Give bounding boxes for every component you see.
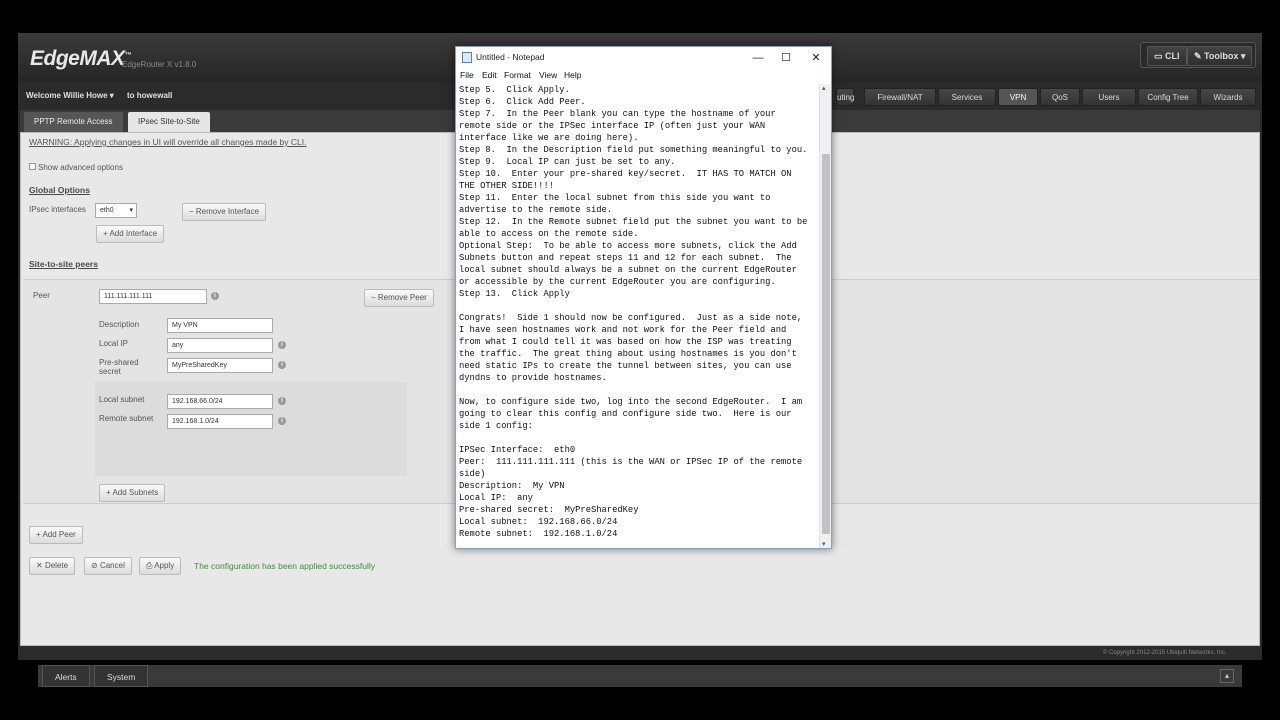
menu-help[interactable]: Help xyxy=(564,70,581,80)
cancel-button[interactable]: ⊘ Cancel xyxy=(84,557,132,575)
ipsec-interface-select[interactable]: eth0 ▾ xyxy=(95,203,137,218)
tab-routing[interactable]: uting xyxy=(836,88,854,106)
success-message: The configuration has been applied succe… xyxy=(194,561,375,571)
chevron-down-icon: ▾ xyxy=(107,91,114,100)
tab-qos[interactable]: QoS xyxy=(1040,88,1080,106)
remote-subnet-input[interactable]: 192.168.1.0/24 xyxy=(167,414,273,429)
alerts-tab[interactable]: Alerts xyxy=(42,665,90,687)
peer-input[interactable]: 111.111.111.111 xyxy=(99,289,207,304)
site-to-site-peers-heading: Site-to-site peers xyxy=(29,259,98,269)
close-icon: ✕ xyxy=(36,561,45,570)
copyright: © Copyright 2012-2015 Ubiquiti Networks,… xyxy=(1103,650,1227,656)
chevron-up-icon[interactable]: ▴ xyxy=(1220,669,1234,683)
user-menu[interactable]: Welcome Willie Howe ▾ xyxy=(26,91,114,100)
close-button[interactable]: ✕ xyxy=(802,50,830,66)
description-label: Description xyxy=(99,320,140,329)
info-icon[interactable]: i xyxy=(278,341,286,349)
description-input[interactable]: My VPN xyxy=(167,318,273,333)
router-model: EdgeRouter X v1.8.0 xyxy=(122,60,197,69)
info-icon[interactable]: i xyxy=(278,397,286,405)
minus-icon: − xyxy=(189,207,196,216)
tab-vpn[interactable]: VPN xyxy=(998,88,1038,106)
info-icon[interactable]: i xyxy=(278,417,286,425)
local-subnet-label: Local subnet xyxy=(99,395,145,404)
info-icon[interactable]: i xyxy=(278,361,286,369)
maximize-button[interactable]: ☐ xyxy=(772,50,800,66)
add-interface-button[interactable]: + Add Interface xyxy=(96,225,165,243)
notepad-menubar: File Edit Format View Help xyxy=(456,68,831,83)
notepad-titlebar[interactable]: Untitled - Notepad — ☐ ✕ xyxy=(456,47,831,68)
chevron-down-icon: ▾ xyxy=(129,207,133,214)
edgemax-logo: EdgeMAX™ xyxy=(30,47,132,70)
scroll-down-icon[interactable]: ▾ xyxy=(822,540,826,548)
tab-ipsec-site-to-site[interactable]: IPsec Site-to-Site xyxy=(128,112,210,132)
menu-format[interactable]: Format xyxy=(504,70,531,80)
pre-shared-secret-input[interactable]: MyPreSharedKey xyxy=(167,358,273,373)
tab-config-tree[interactable]: Config Tree xyxy=(1138,88,1198,106)
menu-edit[interactable]: Edit xyxy=(482,70,497,80)
apply-icon: ⎙ xyxy=(146,561,155,570)
peer-label: Peer xyxy=(33,291,50,300)
minus-icon: − xyxy=(371,293,378,302)
hostname: to howewall xyxy=(127,91,173,100)
remote-subnet-label: Remote subnet xyxy=(99,414,154,423)
scrollbar-thumb[interactable] xyxy=(822,154,830,534)
terminal-icon: ▭ xyxy=(1154,51,1166,61)
checkbox-icon xyxy=(29,163,36,170)
cli-button[interactable]: ▭ CLI xyxy=(1147,46,1187,66)
tab-wizards[interactable]: Wizards xyxy=(1200,88,1256,106)
notepad-window[interactable]: Untitled - Notepad — ☐ ✕ File Edit Forma… xyxy=(455,46,832,549)
remove-interface-button[interactable]: − Remove Interface xyxy=(182,203,267,221)
screen: EdgeMAX™ EdgeRouter X v1.8.0 ▭ CLI ✎ Too… xyxy=(0,0,1280,720)
toolbox-button[interactable]: ✎ Toolbox ▾ xyxy=(1187,46,1253,66)
local-ip-input[interactable]: any xyxy=(167,338,273,353)
local-ip-label: Local IP xyxy=(99,339,128,348)
notepad-title: Untitled - Notepad xyxy=(476,52,545,62)
bottom-bar: Alerts System ▴ xyxy=(38,665,1242,687)
notepad-icon xyxy=(462,52,472,63)
ipsec-interfaces-label: IPsec interfaces xyxy=(29,205,86,214)
info-icon[interactable]: i xyxy=(211,292,219,300)
scroll-up-icon[interactable]: ▴ xyxy=(822,84,826,92)
header-toolbar: ▭ CLI ✎ Toolbox ▾ xyxy=(1140,42,1256,68)
cancel-icon: ⊘ xyxy=(91,561,100,570)
psk-label: Pre-shared secret xyxy=(99,358,139,376)
tab-users[interactable]: Users xyxy=(1082,88,1136,106)
tab-services[interactable]: Services xyxy=(938,88,996,106)
tab-pptp-remote-access[interactable]: PPTP Remote Access xyxy=(24,112,123,132)
add-peer-button[interactable]: + Add Peer xyxy=(29,526,83,544)
show-advanced-checkbox[interactable]: Show advanced options xyxy=(29,163,123,172)
chevron-down-icon: ▾ xyxy=(1238,51,1246,61)
global-options-heading: Global Options xyxy=(29,185,90,195)
minimize-button[interactable]: — xyxy=(744,50,772,66)
menu-file[interactable]: File xyxy=(460,70,474,80)
delete-button[interactable]: ✕ Delete xyxy=(29,557,76,575)
wrench-icon: ✎ xyxy=(1194,51,1205,61)
notepad-text-area[interactable]: Step 5. Click Apply. Step 6. Click Add P… xyxy=(459,84,819,546)
remove-peer-button[interactable]: − Remove Peer xyxy=(364,289,434,307)
add-subnets-button[interactable]: + Add Subnets xyxy=(99,484,166,502)
tab-firewall-nat[interactable]: Firewall/NAT xyxy=(864,88,936,106)
apply-button[interactable]: ⎙ Apply xyxy=(139,557,182,575)
notepad-scrollbar[interactable]: ▴ ▾ xyxy=(819,84,831,548)
local-subnet-input[interactable]: 192.168.66.0/24 xyxy=(167,394,273,409)
menu-view[interactable]: View xyxy=(539,70,557,80)
system-tab[interactable]: System xyxy=(94,665,149,687)
cli-warning: WARNING: Applying changes in UI will ove… xyxy=(29,137,307,147)
